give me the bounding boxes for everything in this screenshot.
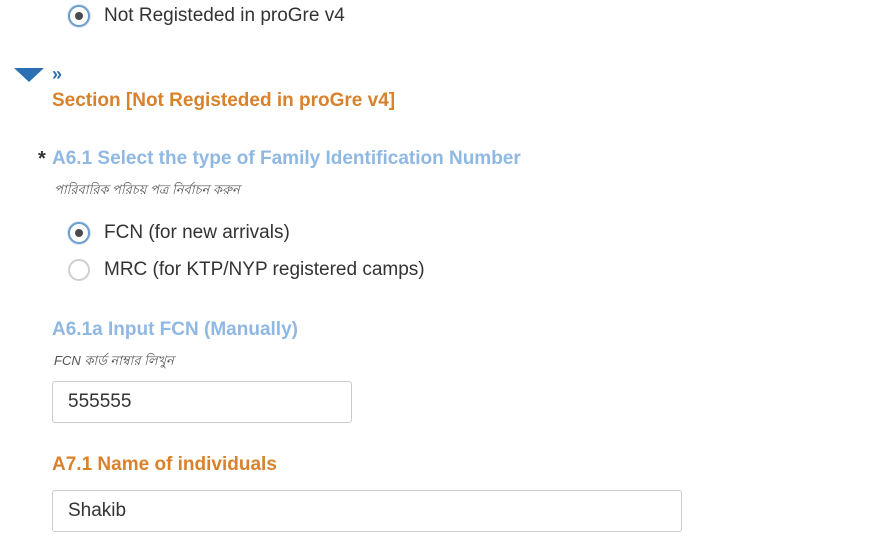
caret-down-icon[interactable] — [14, 68, 44, 82]
individual-name-input[interactable] — [52, 490, 682, 532]
question-a7-1-label: A7.1 Name of individuals — [52, 454, 277, 475]
section-breadcrumb-glyph: » — [52, 64, 63, 84]
radio-option-fcn[interactable]: FCN (for new arrivals) — [68, 222, 290, 244]
radio-option-label: MRC (for KTP/NYP registered camps) — [104, 259, 425, 280]
radio-option-not-registered[interactable]: Not Registeded in proGre v4 — [68, 5, 345, 27]
radio-button-checked[interactable] — [68, 222, 90, 244]
radio-option-label: Not Registeded in proGre v4 — [104, 5, 345, 26]
question-a6-1-label: A6.1 Select the type of Family Identific… — [52, 148, 521, 169]
question-a6-1-hint: পারিবারিক পরিচয় পত্র নির্বাচন করুন — [54, 182, 240, 197]
required-marker: * — [38, 148, 46, 170]
question-a6-1a-label: A6.1a Input FCN (Manually) — [52, 319, 298, 340]
section-title: Section [Not Registeded in proGre v4] — [52, 90, 396, 111]
radio-button-unchecked[interactable] — [68, 259, 90, 281]
form-page: Not Registeded in proGre v4 » Section [N… — [0, 0, 892, 543]
radio-option-mrc[interactable]: MRC (for KTP/NYP registered camps) — [68, 259, 425, 281]
question-a6-1a-hint: FCN কার্ড নাম্বার লিখুন — [54, 353, 174, 368]
radio-option-label: FCN (for new arrivals) — [104, 222, 290, 243]
radio-button-checked[interactable] — [68, 5, 90, 27]
fcn-input[interactable] — [52, 381, 352, 423]
